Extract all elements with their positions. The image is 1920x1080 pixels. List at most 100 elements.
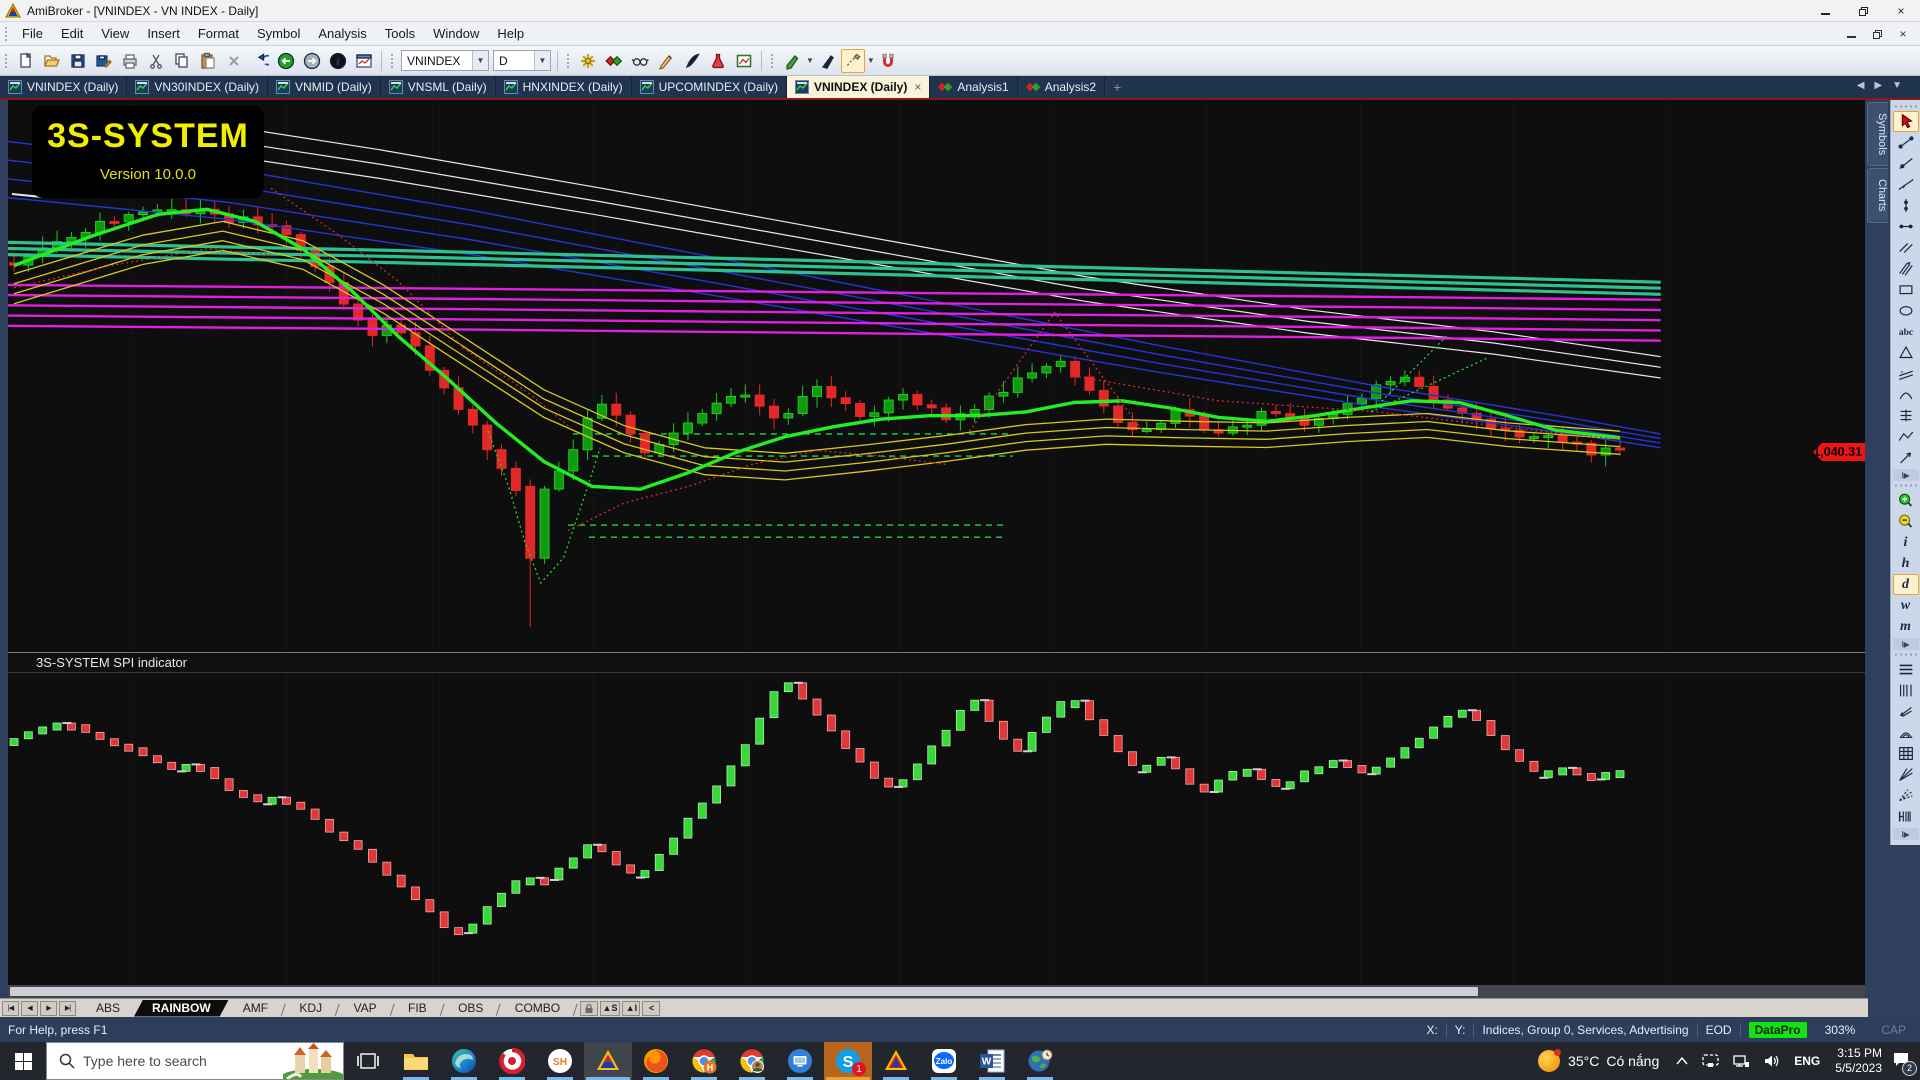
interval-d-button[interactable]: d (1892, 574, 1919, 595)
sheet-tab-amf[interactable]: AMF (229, 1000, 282, 1017)
v-lines-tool[interactable] (1893, 680, 1919, 701)
volume-icon[interactable] (1764, 1054, 1780, 1068)
screen-cast-icon[interactable] (1702, 1054, 1719, 1068)
main-chart[interactable]: 3S-SYSTEM Version 10.0.0 1,040.31 (7, 100, 1865, 652)
fan-dashed-tool[interactable] (1893, 785, 1919, 806)
parallel-lines-tool[interactable] (1893, 237, 1919, 258)
pen-black-button[interactable] (815, 49, 839, 73)
spi-indicator-chart[interactable] (8, 672, 1865, 986)
taskbar-globe-clock-button[interactable] (1016, 1042, 1064, 1080)
analysis-tab-analysis2[interactable]: Analysis2 (1018, 76, 1106, 98)
ellipse-tool[interactable] (1893, 300, 1919, 321)
rectangle-tool[interactable] (1893, 279, 1919, 300)
delete-button[interactable] (222, 49, 246, 73)
menu-help[interactable]: Help (488, 23, 533, 44)
tab-scroll-right-icon[interactable]: ▶ (1874, 80, 1882, 91)
tab-scroll-left-icon[interactable]: ◀ (1857, 80, 1865, 91)
sheet-tab-abs[interactable]: ABS (82, 1000, 134, 1017)
taskbar-amibroker2-button[interactable] (872, 1042, 920, 1080)
menu-format[interactable]: Format (189, 23, 248, 44)
sheet-tab-vap[interactable]: VAP (339, 1000, 390, 1017)
extended-line-tool[interactable] (1893, 174, 1919, 195)
copy-button[interactable] (170, 49, 194, 73)
symbol-combobox[interactable]: VNINDEX ▼ (401, 50, 489, 71)
sheet-next-button[interactable]: ▶ (40, 1000, 57, 1016)
magnet-button[interactable] (876, 49, 900, 73)
close-tab-icon[interactable]: × (914, 80, 921, 94)
taskbar-red-app-button[interactable] (488, 1042, 536, 1080)
arrow-tool[interactable] (1893, 447, 1919, 468)
forward-button[interactable] (300, 49, 324, 73)
clock-widget[interactable]: 3:15 PM 5/5/2023 (1835, 1046, 1882, 1076)
fib-arcs-tool[interactable] (1893, 722, 1919, 743)
toolbar-expand-button[interactable]: I▶ (1892, 469, 1919, 481)
tab-list-dropdown-icon[interactable]: ▼ (1892, 80, 1902, 91)
sheet-tab-obs[interactable]: OBS (444, 1000, 497, 1017)
close-button[interactable]: × (1882, 0, 1920, 22)
toolbar-drag-handle[interactable] (4, 52, 9, 69)
channel-tool[interactable] (1893, 363, 1919, 384)
sheet-interval-button[interactable]: ▲ I (622, 1000, 641, 1016)
interval-i-button[interactable]: i (1893, 532, 1919, 553)
side-tab-symbols[interactable]: Symbols (1867, 102, 1888, 167)
fib-retracement-tool[interactable] (1893, 405, 1919, 426)
sheet-scroll-left-button[interactable]: < (642, 1000, 661, 1016)
chart-horizontal-scrollbar[interactable] (8, 985, 1865, 998)
back-button[interactable] (274, 49, 298, 73)
dotted-pen-button[interactable] (840, 48, 865, 73)
select-arrow-tool[interactable] (1892, 111, 1919, 132)
hand-pen-button[interactable] (654, 49, 678, 73)
gann-fan-tool[interactable] (1893, 764, 1919, 785)
menu-edit[interactable]: Edit (52, 23, 92, 44)
toolbar-expand-button[interactable]: I▶ (1892, 638, 1919, 650)
zoom-out-tool[interactable] (1893, 511, 1919, 532)
taskbar-monitor-app-button[interactable] (776, 1042, 824, 1080)
picture-button[interactable] (732, 49, 756, 73)
taskbar-skype-button[interactable]: S1 (824, 1042, 872, 1080)
search-highlight-art[interactable] (283, 1043, 343, 1079)
restore-button[interactable] (1844, 0, 1882, 22)
weather-widget[interactable]: 35°C Có nắng (1538, 1049, 1659, 1072)
menu-tools[interactable]: Tools (376, 23, 424, 44)
interval-w-button[interactable]: w (1893, 595, 1919, 616)
menu-analysis[interactable]: Analysis (309, 23, 375, 44)
minimize-button[interactable] (1806, 0, 1844, 22)
chart-tab-vnindex-daily-[interactable]: VNINDEX (Daily) × (786, 76, 931, 98)
notification-center-icon[interactable]: 2 (1892, 1051, 1917, 1076)
tray-expand-chevron-icon[interactable] (1676, 1057, 1688, 1065)
taskbar-word-button[interactable]: W (968, 1042, 1016, 1080)
chart-tab-hnxindex-daily-[interactable]: HNXINDEX (Daily) (496, 76, 632, 98)
start-button[interactable] (0, 1042, 46, 1080)
toolbar-expand-button[interactable]: I▶ (1892, 828, 1919, 840)
undo-button[interactable] (248, 49, 272, 73)
mdi-minimize-button[interactable] (1838, 24, 1864, 44)
glasses-button[interactable] (628, 49, 652, 73)
language-indicator[interactable]: ENG (1794, 1054, 1820, 1068)
sheet-tab-fib[interactable]: FIB (394, 1000, 441, 1017)
mdi-restore-button[interactable] (1864, 24, 1890, 44)
sheet-lock-button[interactable] (579, 1000, 598, 1016)
cut-button[interactable] (144, 49, 168, 73)
menu-view[interactable]: View (92, 23, 138, 44)
save-button[interactable] (66, 49, 90, 73)
side-tab-charts[interactable]: Charts (1867, 168, 1888, 223)
text-tool-tool[interactable]: abc (1893, 321, 1919, 342)
menu-insert[interactable]: Insert (138, 23, 189, 44)
chart-tab-vn30index-daily-[interactable]: VN30INDEX (Daily) (127, 76, 269, 98)
paste-button[interactable] (196, 49, 220, 73)
gems-button[interactable] (602, 49, 626, 73)
zigzag-tool[interactable] (1893, 426, 1919, 447)
chart-page-button[interactable] (352, 49, 376, 73)
taskbar-sh-app-button[interactable]: SH (536, 1042, 584, 1080)
arc-tool[interactable] (1893, 384, 1919, 405)
gann-grid-tool[interactable] (1893, 743, 1919, 764)
menu-symbol[interactable]: Symbol (248, 23, 309, 44)
print-button[interactable] (118, 49, 142, 73)
h-lines-tool[interactable] (1893, 659, 1919, 680)
new-window-ghost-icon[interactable]: + (1105, 76, 1129, 98)
save-as-button[interactable] (92, 49, 116, 73)
taskbar-edge-button[interactable] (440, 1042, 488, 1080)
network-icon[interactable] (1733, 1054, 1750, 1068)
open-button[interactable] (40, 49, 64, 73)
sheet-first-button[interactable]: |◀ (2, 1000, 19, 1016)
